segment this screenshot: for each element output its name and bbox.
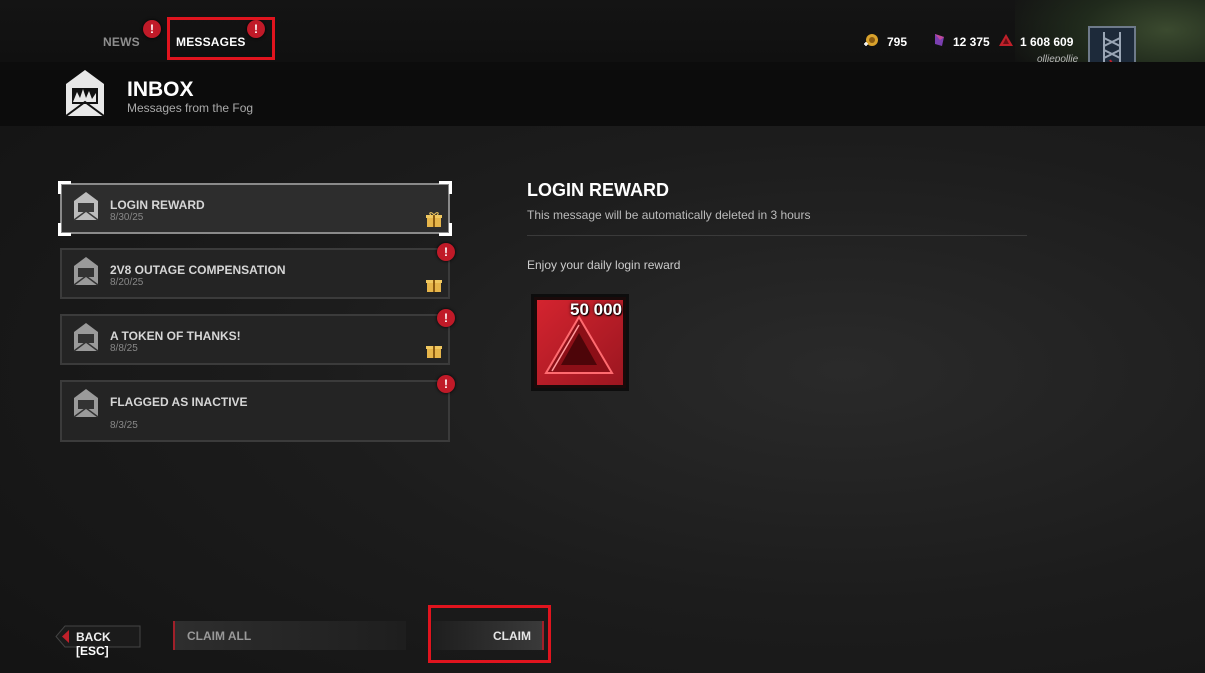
selection-corner [439, 181, 452, 194]
message-date: 8/8/25 [110, 343, 138, 354]
selection-corner [58, 223, 71, 236]
bloodpoints-icon [864, 34, 878, 46]
detail-divider [527, 235, 1027, 236]
page-title: INBOX [127, 78, 194, 101]
message-item-2v8-outage-compensation[interactable]: 2V8 OUTAGE COMPENSATION 8/20/25 [60, 248, 450, 299]
inbox-envelope-icon [65, 70, 105, 117]
auric-cells-icon [999, 34, 1013, 46]
iridescent-shards-count: 12 375 [953, 35, 990, 49]
news-alert-badge: ! [143, 20, 161, 38]
reward-amount: 50 000 [570, 300, 622, 319]
claim-all-label: CLAIM ALL [187, 629, 252, 643]
message-title: FLAGGED AS INACTIVE [110, 395, 248, 409]
selection-corner [58, 181, 71, 194]
message-item-login-reward[interactable]: LOGIN REWARD 8/30/25 [58, 181, 452, 236]
message-date: 8/30/25 [110, 212, 144, 223]
gift-icon [426, 280, 442, 292]
message-title: A TOKEN OF THANKS! [110, 329, 241, 343]
back-button[interactable]: BACK [ESC] [55, 625, 141, 658]
page-subtitle: Messages from the Fog [127, 101, 254, 115]
message-alert-badge: ! [437, 243, 455, 261]
message-alert-badge: ! [437, 309, 455, 327]
bloodpoints-count: 795 [887, 35, 908, 49]
message-date: 8/3/25 [110, 420, 138, 431]
message-item-a-token-of-thanks[interactable]: A TOKEN OF THANKS! 8/8/25 [60, 314, 450, 365]
envelope-icon [73, 389, 99, 418]
detail-subtitle: This message will be automatically delet… [527, 208, 811, 222]
selection-corner [439, 223, 452, 236]
auric-cells-count: 1 608 609 [1020, 35, 1074, 49]
message-item-flagged-as-inactive[interactable]: FLAGGED AS INACTIVE 8/3/25 [60, 380, 450, 442]
iridescent-shards-icon [935, 34, 944, 46]
claim-all-button[interactable]: CLAIM ALL [173, 621, 406, 650]
gift-icon [426, 346, 442, 358]
tab-news[interactable]: NEWS [103, 35, 140, 49]
back-button-label: BACK [ESC] [76, 630, 111, 658]
envelope-icon [73, 257, 99, 286]
detail-title: LOGIN REWARD [527, 180, 669, 200]
highlight-box-claim-button [428, 605, 551, 663]
message-date: 8/20/25 [110, 277, 144, 288]
message-title: LOGIN REWARD [110, 198, 205, 212]
envelope-icon [73, 323, 99, 352]
envelope-icon [73, 192, 99, 221]
highlight-box-messages-tab [167, 17, 275, 60]
message-alert-badge: ! [437, 375, 455, 393]
auric-cells-icon [544, 315, 614, 374]
message-title: 2V8 OUTAGE COMPENSATION [110, 263, 286, 277]
detail-body: Enjoy your daily login reward [527, 258, 681, 272]
